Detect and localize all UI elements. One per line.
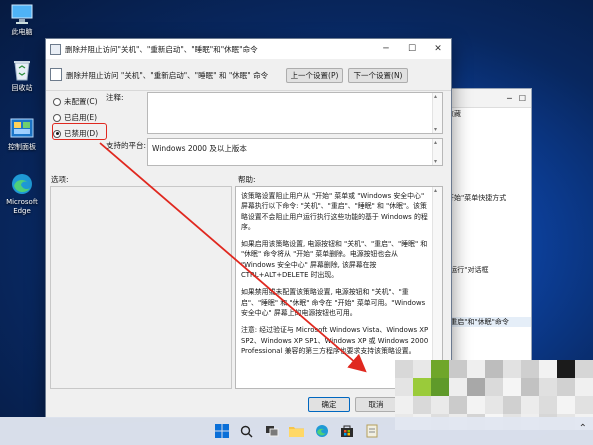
scrollbar[interactable] xyxy=(432,139,442,165)
taskbar: ⌃ xyxy=(0,417,593,445)
help-paragraph: 如果启用该策略设置, 电源按钮和 "关机"、"重启"、"睡眠" 和 "休眠" 命… xyxy=(241,240,428,280)
dialog-header: 删除并阻止访问 "关机"、"重新启动"、"睡眠" 和 "休眠" 命令 上一个设置… xyxy=(46,60,451,91)
setting-name: 删除并阻止访问 "关机"、"重新启动"、"睡眠" 和 "休眠" 命令 xyxy=(66,71,269,80)
list-item[interactable]: "重启"和"休眠"命令 xyxy=(441,317,531,327)
windows-start-icon[interactable] xyxy=(214,423,230,439)
desktop-icon-edge[interactable]: Microsoft Edge xyxy=(2,172,42,216)
platform-value: Windows 2000 及以上版本 xyxy=(152,144,247,153)
file-explorer-icon[interactable] xyxy=(289,423,305,439)
platform-label: 支持的平台: xyxy=(106,141,147,150)
chevron-up-icon[interactable]: ⌃ xyxy=(579,423,587,434)
comment-label: 注释: xyxy=(106,93,124,102)
edge-icon xyxy=(9,172,35,196)
background-window-titlebar[interactable]: ─ ☐ xyxy=(441,89,531,108)
policy-icon xyxy=(50,43,61,55)
help-paragraph: 该策略设置阻止用户从 "开始" 菜单或 "Windows 安全中心" 屏幕执行以… xyxy=(241,192,428,231)
desktop-icon-control-panel[interactable]: 控制面板 xyxy=(2,117,42,152)
store-icon[interactable] xyxy=(339,423,355,439)
list-item[interactable]: 开始"菜单快捷方式 xyxy=(441,193,531,203)
desktop-icon-label: 回收站 xyxy=(11,84,33,92)
ok-button[interactable]: 确定 xyxy=(308,397,350,412)
radio-not-configured[interactable]: 未配置(C) xyxy=(53,96,98,107)
minimize-icon[interactable]: ─ xyxy=(373,44,399,54)
help-panel: 该策略设置阻止用户从 "开始" 菜单或 "Windows 安全中心" 屏幕执行以… xyxy=(235,186,443,389)
maximize-icon[interactable]: ☐ xyxy=(399,44,425,54)
recycle-bin-icon xyxy=(9,58,35,82)
radio-label: 未配置(C) xyxy=(64,97,98,106)
radio-circle-checked[interactable] xyxy=(53,129,61,138)
previous-setting-button[interactable]: 上一个设置(P) xyxy=(286,68,343,83)
radio-disabled[interactable]: 已禁用(D) xyxy=(53,128,98,139)
comment-textarea[interactable] xyxy=(147,92,443,134)
background-window[interactable]: ─ ☐ 收藏 开始"菜单快捷方式 "运行"对话框 "重启"和"休眠"命令 xyxy=(440,88,532,376)
desktop-icon-label: 控制面板 xyxy=(8,143,36,151)
maximize-icon[interactable]: ☐ xyxy=(519,94,526,103)
policy-icon xyxy=(50,68,62,81)
search-icon[interactable] xyxy=(239,423,255,439)
notepad-icon[interactable] xyxy=(364,423,380,439)
help-paragraph: 如果禁用或未配置该策略设置, 电源按钮和 "关机"、"重启"、"睡眠" 和 "休… xyxy=(241,288,426,317)
cancel-button[interactable]: 取消 xyxy=(355,397,397,412)
options-label: 选项: xyxy=(51,175,69,184)
desktop-icon-label: Microsoft Edge xyxy=(6,198,38,215)
edge-icon[interactable] xyxy=(314,423,330,439)
radio-enabled[interactable]: 已启用(E) xyxy=(53,112,97,123)
help-label: 帮助: xyxy=(238,175,256,184)
scrollbar[interactable] xyxy=(432,187,442,388)
dialog-title: 删除并阻止访问"关机"、"重新启动"、"睡眠"和"休眠"命令 xyxy=(65,44,258,54)
help-paragraph: 注意: 经过验证与 Microsoft Windows Vista、Window… xyxy=(241,326,429,355)
radio-circle[interactable] xyxy=(53,113,61,122)
desktop-icon-this-pc[interactable]: 此电脑 xyxy=(2,2,42,37)
policy-setting-dialog[interactable]: 删除并阻止访问"关机"、"重新启动"、"睡眠"和"休眠"命令 ─ ☐ ✕ 删除并… xyxy=(45,38,452,418)
desktop-icon-recycle-bin[interactable]: 回收站 xyxy=(2,58,42,93)
desktop-icon-label: 此电脑 xyxy=(11,28,33,36)
options-panel xyxy=(50,186,232,389)
minimize-icon[interactable]: ─ xyxy=(507,94,512,103)
dialog-titlebar[interactable]: 删除并阻止访问"关机"、"重新启动"、"睡眠"和"休眠"命令 ─ ☐ ✕ xyxy=(46,39,451,59)
scrollbar[interactable] xyxy=(432,93,442,133)
list-item[interactable]: 收藏 xyxy=(441,109,531,119)
close-icon[interactable]: ✕ xyxy=(425,44,451,54)
radio-label: 已启用(E) xyxy=(64,113,98,122)
radio-label: 已禁用(D) xyxy=(64,129,99,138)
next-setting-button[interactable]: 下一个设置(N) xyxy=(348,68,408,83)
list-item[interactable]: "运行"对话框 xyxy=(441,265,531,275)
task-view-icon[interactable] xyxy=(264,423,280,439)
control-panel-icon xyxy=(9,117,35,141)
supported-platform-field: Windows 2000 及以上版本 xyxy=(147,138,443,166)
radio-circle[interactable] xyxy=(53,97,61,106)
computer-icon xyxy=(9,2,35,26)
